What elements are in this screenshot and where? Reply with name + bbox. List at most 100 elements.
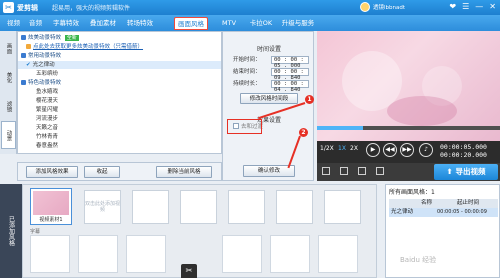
- row-time: 00:00:05 - 00:00:09: [437, 209, 487, 215]
- table-title-text: 所有画面风格：: [389, 189, 432, 196]
- prev-icon[interactable]: ◀◀: [383, 143, 397, 157]
- list-item[interactable]: 天籁之音: [18, 124, 221, 132]
- get-more-effects-link[interactable]: 点此处去获取更多炫美动景特效（只需借箭）: [18, 43, 221, 51]
- seek-bar[interactable]: [317, 126, 500, 130]
- subtitle-track-label: 字幕: [30, 229, 41, 235]
- end-time-input[interactable]: 00 : 00 : 09 . 840: [271, 68, 309, 81]
- tab-mtv[interactable]: MTV: [218, 17, 240, 30]
- list-item[interactable]: 樱花漫天: [18, 97, 221, 105]
- duration-input[interactable]: 00 : 00 : 04 . 840: [271, 80, 309, 93]
- settings-panel: 时间设置 开始时间： 00 : 00 : 05 . 000 结束时间： 00 :…: [222, 31, 314, 181]
- start-time-input[interactable]: 00 : 00 : 05 . 000: [271, 56, 309, 69]
- tab-audio[interactable]: 音频: [26, 17, 45, 30]
- col-name-header: 名称: [421, 200, 433, 206]
- add-style-button[interactable]: 添加风格效果: [26, 166, 78, 178]
- col-time-header: 起止时间: [457, 200, 480, 206]
- list-item[interactable]: 竹林青青: [18, 133, 221, 141]
- export-video-button[interactable]: ⬆ 导出视频: [434, 164, 498, 180]
- timeline-slot[interactable]: [228, 190, 265, 224]
- menu-icon[interactable]: ☰: [462, 2, 469, 11]
- clip-name: 视频素材1: [39, 217, 63, 223]
- timeline-slot[interactable]: [276, 190, 313, 224]
- list-item-selected[interactable]: ✔ 光之律动: [18, 61, 221, 69]
- scissors-icon[interactable]: ✂: [181, 264, 197, 278]
- side-nav-label: 动景: [5, 129, 12, 141]
- annotation-badge-1: 1: [305, 95, 314, 104]
- timeline-slot[interactable]: [180, 190, 217, 224]
- list-item[interactable]: 常用动景特效: [18, 52, 221, 60]
- speed-2x[interactable]: 2X: [350, 145, 358, 152]
- subtitle-slot[interactable]: [222, 235, 262, 273]
- effect-list: 炫美动景特效 全新 点此处去获取更多炫美动景特效（只需借箭） 常用动景特效 ✔ 光…: [17, 31, 222, 154]
- next-icon[interactable]: ▶▶: [400, 143, 414, 157]
- tab-overlay[interactable]: 叠加素材: [87, 17, 119, 30]
- modify-time-button[interactable]: 修改风格时间段: [240, 93, 298, 104]
- row-name: 光之律动: [391, 209, 414, 215]
- subtitle-slot[interactable]: [126, 235, 166, 273]
- close-icon[interactable]: ✕: [489, 2, 496, 11]
- main-tabs: 视频 音频 字幕特效 叠加素材 转场特效 画面风格 MTV 卡拉OK 升级与服务: [0, 15, 500, 31]
- side-nav-picture[interactable]: 画面: [1, 34, 16, 62]
- timeline-clip[interactable]: 视频素材1: [30, 188, 72, 225]
- folder-open-icon[interactable]: [358, 167, 366, 175]
- app-name: 爱剪辑: [17, 3, 38, 12]
- list-item[interactable]: 河流漫步: [18, 115, 221, 123]
- app-logo: ✂: [3, 2, 14, 13]
- list-item[interactable]: 春意盎然: [18, 142, 221, 150]
- subtitle-slot[interactable]: [318, 235, 358, 273]
- check-icon: ✔: [26, 62, 31, 68]
- snapshot-icon[interactable]: [340, 167, 348, 175]
- tab-karaoke[interactable]: 卡拉OK: [247, 17, 275, 30]
- current-time: 00:00:05.000: [440, 143, 487, 151]
- side-nav: 画面 美化 滤镜 动景: [0, 31, 17, 154]
- tab-upgrade[interactable]: 升级与服务: [279, 17, 317, 30]
- folder-icon: [21, 52, 26, 58]
- tab-video[interactable]: 视频: [4, 17, 23, 30]
- fullscreen-icon[interactable]: [322, 167, 330, 175]
- tab-subtitle-effects[interactable]: 字幕特效: [50, 17, 82, 30]
- side-nav-motion[interactable]: 动景: [1, 121, 16, 149]
- speed-1x[interactable]: 1X: [338, 145, 346, 152]
- collect-button[interactable]: 收起: [84, 166, 120, 178]
- delete-style-button[interactable]: 删除当前风格: [156, 166, 212, 178]
- side-nav-filter[interactable]: 滤镜: [1, 92, 16, 120]
- avatar[interactable]: [360, 2, 370, 12]
- folder-icon: [21, 79, 26, 85]
- settings-icon[interactable]: [376, 167, 384, 175]
- end-time-label: 结束时间：: [233, 69, 261, 75]
- list-item[interactable]: 炫美动景特效 全新: [18, 34, 221, 42]
- account-area[interactable]: 透镜lbbnadt: [360, 2, 405, 12]
- timeline-side-label: 已添加风格: [0, 184, 22, 278]
- list-item[interactable]: 五彩缤纷: [18, 70, 221, 78]
- list-item-label: 点此处去获取更多炫美动景特效（只需借箭）: [33, 44, 144, 50]
- tab-transition[interactable]: 转场特效: [124, 17, 156, 30]
- star-icon: [26, 43, 31, 49]
- table-count: 1: [431, 189, 435, 196]
- minimize-icon[interactable]: —: [475, 2, 483, 11]
- folder-icon: [21, 34, 26, 40]
- start-time-label: 开始时间：: [233, 57, 261, 63]
- account-name[interactable]: 透镜lbbnadt: [373, 3, 405, 11]
- subtitle-slot[interactable]: [78, 235, 118, 273]
- list-item[interactable]: 繁星闪耀: [18, 106, 221, 114]
- action-bar: 添加风格效果 收起 删除当前风格: [17, 162, 222, 181]
- side-nav-label: 滤镜: [5, 100, 12, 112]
- subtitle-slot[interactable]: [270, 235, 310, 273]
- table-title: 所有画面风格：1: [389, 187, 435, 196]
- table-row[interactable]: 光之律动 00:00:05 - 00:00:09: [389, 208, 498, 217]
- play-icon[interactable]: ▶: [366, 143, 380, 157]
- tab-picture-style[interactable]: 画面风格: [174, 17, 208, 30]
- favorite-icon[interactable]: ❤: [449, 2, 456, 11]
- timeline-slot[interactable]: [132, 190, 169, 224]
- total-time: 00:00:20.000: [440, 151, 487, 159]
- duration-label: 持续时长：: [233, 81, 261, 87]
- subtitle-slot[interactable]: [30, 235, 70, 273]
- list-item[interactable]: 特色动景特效: [18, 79, 221, 87]
- speed-half[interactable]: 1/2X: [320, 145, 334, 152]
- clip-thumbnail: [33, 191, 69, 215]
- volume-icon[interactable]: ♪: [419, 143, 433, 157]
- side-nav-beautify[interactable]: 美化: [1, 63, 16, 91]
- list-item[interactable]: 鱼水嬉戏: [18, 88, 221, 96]
- timeline-slot[interactable]: [324, 190, 361, 224]
- export-label: 导出视频: [455, 167, 486, 176]
